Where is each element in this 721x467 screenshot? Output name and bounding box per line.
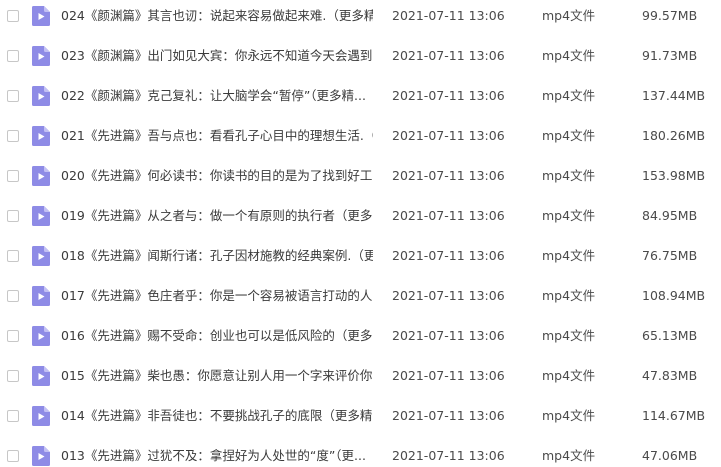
file-type: mp4文件 xyxy=(542,288,596,303)
video-file-icon xyxy=(32,166,50,186)
file-row[interactable]: 022《颜渊篇》克己复礼：让大脑学会“暂停”（更多精... 2021-07-11… xyxy=(0,83,721,123)
video-file-icon xyxy=(32,286,50,306)
file-type: mp4文件 xyxy=(542,88,596,103)
file-row[interactable]: 014《先进篇》非吾徒也：不要挑战孔子的底限（更多精... 2021-07-11… xyxy=(0,403,721,443)
file-name[interactable]: 024《颜渊篇》其言也讱：说起来容易做起来难.（更多精... xyxy=(61,6,373,26)
file-row[interactable]: 019《先进篇》从之者与：做一个有原则的执行者（更多... 2021-07-11… xyxy=(0,203,721,243)
file-name[interactable]: 016《先进篇》赐不受命：创业也可以是低风险的（更多... xyxy=(61,326,373,346)
file-name[interactable]: 022《颜渊篇》克己复礼：让大脑学会“暂停”（更多精... xyxy=(61,86,373,106)
file-size: 91.73MB xyxy=(642,48,698,63)
file-row[interactable]: 024《颜渊篇》其言也讱：说起来容易做起来难.（更多精... 2021-07-1… xyxy=(0,3,721,43)
row-checkbox[interactable] xyxy=(7,450,19,462)
file-size: 99.57MB xyxy=(642,8,698,23)
file-size: 47.83MB xyxy=(642,368,698,383)
file-modified-date: 2021-07-11 13:06 xyxy=(392,288,505,303)
file-type: mp4文件 xyxy=(542,8,596,23)
file-row[interactable]: 023《颜渊篇》出门如见大宾：你永远不知道今天会遇到... 2021-07-11… xyxy=(0,43,721,83)
file-row[interactable]: 021《先进篇》吾与点也：看看孔子心目中的理想生活.（... 2021-07-1… xyxy=(0,123,721,163)
row-checkbox[interactable] xyxy=(7,130,19,142)
row-checkbox[interactable] xyxy=(7,330,19,342)
video-file-icon xyxy=(32,46,50,66)
file-type: mp4文件 xyxy=(542,328,596,343)
file-type: mp4文件 xyxy=(542,248,596,263)
file-row[interactable]: 017《先进篇》色庄者乎：你是一个容易被语言打动的人... 2021-07-11… xyxy=(0,283,721,323)
row-checkbox[interactable] xyxy=(7,410,19,422)
file-size: 76.75MB xyxy=(642,248,698,263)
file-list: 024《颜渊篇》其言也讱：说起来容易做起来难.（更多精... 2021-07-1… xyxy=(0,0,721,467)
video-file-icon xyxy=(32,206,50,226)
video-file-icon xyxy=(32,126,50,146)
row-checkbox[interactable] xyxy=(7,90,19,102)
file-row[interactable]: 016《先进篇》赐不受命：创业也可以是低风险的（更多... 2021-07-11… xyxy=(0,323,721,363)
file-name[interactable]: 017《先进篇》色庄者乎：你是一个容易被语言打动的人... xyxy=(61,286,373,306)
file-size: 114.67MB xyxy=(642,408,706,423)
file-size: 137.44MB xyxy=(642,88,706,103)
file-type: mp4文件 xyxy=(542,368,596,383)
file-type: mp4文件 xyxy=(542,48,596,63)
file-name[interactable]: 021《先进篇》吾与点也：看看孔子心目中的理想生活.（... xyxy=(61,126,373,146)
file-type: mp4文件 xyxy=(542,128,596,143)
file-type: mp4文件 xyxy=(542,208,596,223)
video-file-icon xyxy=(32,326,50,346)
file-size: 47.06MB xyxy=(642,448,698,463)
file-row[interactable]: 015《先进篇》柴也愚：你愿意让别人用一个字来评价你... 2021-07-11… xyxy=(0,363,721,403)
file-size: 153.98MB xyxy=(642,168,706,183)
file-modified-date: 2021-07-11 13:06 xyxy=(392,368,505,383)
file-type: mp4文件 xyxy=(542,448,596,463)
file-modified-date: 2021-07-11 13:06 xyxy=(392,208,505,223)
file-modified-date: 2021-07-11 13:06 xyxy=(392,8,505,23)
file-modified-date: 2021-07-11 13:06 xyxy=(392,328,505,343)
file-size: 84.95MB xyxy=(642,208,698,223)
file-name[interactable]: 013《先进篇》过犹不及：拿捏好为人处世的“度”（更... xyxy=(61,446,373,466)
video-file-icon xyxy=(32,366,50,386)
file-name[interactable]: 019《先进篇》从之者与：做一个有原则的执行者（更多... xyxy=(61,206,373,226)
file-modified-date: 2021-07-11 13:06 xyxy=(392,448,505,463)
file-name[interactable]: 015《先进篇》柴也愚：你愿意让别人用一个字来评价你... xyxy=(61,366,373,386)
file-size: 108.94MB xyxy=(642,288,706,303)
file-name[interactable]: 014《先进篇》非吾徒也：不要挑战孔子的底限（更多精... xyxy=(61,406,373,426)
file-type: mp4文件 xyxy=(542,408,596,423)
file-row[interactable]: 020《先进篇》何必读书：你读书的目的是为了找到好工... 2021-07-11… xyxy=(0,163,721,203)
file-row[interactable]: 018《先进篇》闻斯行诸：孔子因材施教的经典案例.（更... 2021-07-1… xyxy=(0,243,721,283)
file-name[interactable]: 023《颜渊篇》出门如见大宾：你永远不知道今天会遇到... xyxy=(61,46,373,66)
file-size: 65.13MB xyxy=(642,328,698,343)
file-name[interactable]: 018《先进篇》闻斯行诸：孔子因材施教的经典案例.（更... xyxy=(61,246,373,266)
row-checkbox[interactable] xyxy=(7,250,19,262)
video-file-icon xyxy=(32,406,50,426)
video-file-icon xyxy=(32,86,50,106)
row-checkbox[interactable] xyxy=(7,10,19,22)
file-modified-date: 2021-07-11 13:06 xyxy=(392,128,505,143)
video-file-icon xyxy=(32,246,50,266)
video-file-icon xyxy=(32,446,50,466)
video-file-icon xyxy=(32,6,50,26)
file-modified-date: 2021-07-11 13:06 xyxy=(392,48,505,63)
row-checkbox[interactable] xyxy=(7,370,19,382)
file-size: 180.26MB xyxy=(642,128,706,143)
file-modified-date: 2021-07-11 13:06 xyxy=(392,248,505,263)
row-checkbox[interactable] xyxy=(7,290,19,302)
row-checkbox[interactable] xyxy=(7,170,19,182)
file-row[interactable]: 013《先进篇》过犹不及：拿捏好为人处世的“度”（更... 2021-07-11… xyxy=(0,443,721,467)
file-modified-date: 2021-07-11 13:06 xyxy=(392,408,505,423)
row-checkbox[interactable] xyxy=(7,50,19,62)
file-type: mp4文件 xyxy=(542,168,596,183)
row-checkbox[interactable] xyxy=(7,210,19,222)
file-modified-date: 2021-07-11 13:06 xyxy=(392,88,505,103)
file-modified-date: 2021-07-11 13:06 xyxy=(392,168,505,183)
file-name[interactable]: 020《先进篇》何必读书：你读书的目的是为了找到好工... xyxy=(61,166,373,186)
